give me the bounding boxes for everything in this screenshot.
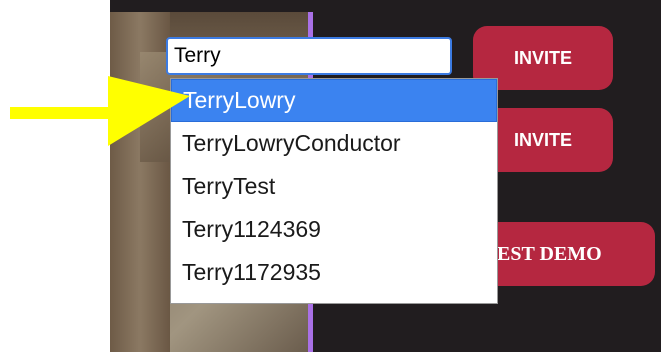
dropdown-option[interactable]: Terry1124369: [171, 208, 497, 251]
dropdown-option[interactable]: TerryLowry: [171, 79, 497, 122]
autocomplete-dropdown: TerryLowry TerryLowryConductor TerryTest…: [170, 78, 498, 304]
dropdown-option[interactable]: TerryTest: [171, 165, 497, 208]
dropdown-option[interactable]: TerryLowryConductor: [171, 122, 497, 165]
dropdown-option[interactable]: Terry1172935: [171, 251, 497, 294]
search-input[interactable]: [166, 37, 452, 75]
